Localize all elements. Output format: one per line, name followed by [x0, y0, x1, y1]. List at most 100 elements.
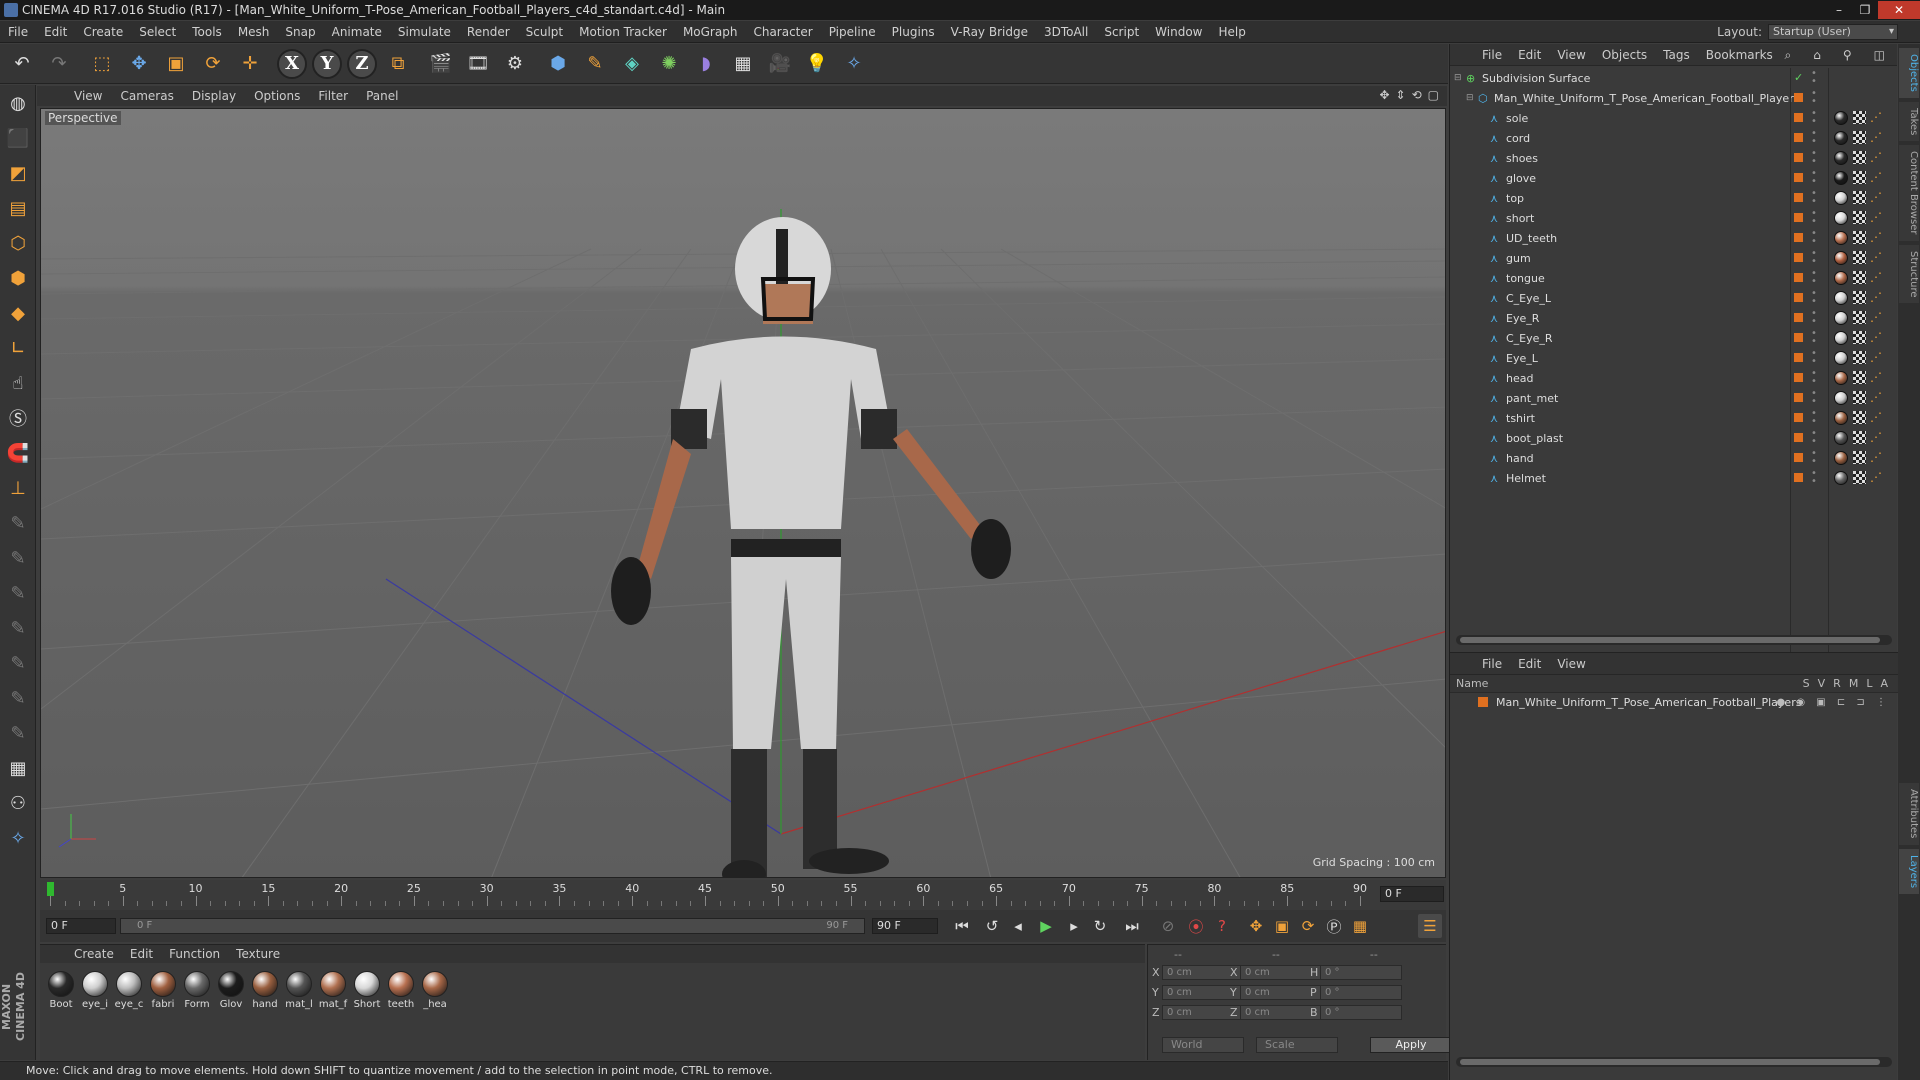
- texture-tag-icon[interactable]: ⋰: [1870, 290, 1882, 304]
- uvw-tag-icon[interactable]: [1853, 291, 1866, 304]
- uvw-tag-icon[interactable]: [1853, 391, 1866, 404]
- tweak-mode-icon[interactable]: ☝: [3, 368, 33, 398]
- expand-toggle-icon[interactable]: ⊟: [1454, 73, 1464, 83]
- material-swatch[interactable]: teeth: [384, 971, 418, 1010]
- menu-3dtoall[interactable]: 3DToAll: [1036, 21, 1096, 43]
- texture-tag-icon[interactable]: ⋰: [1870, 350, 1882, 364]
- side-tab-layers[interactable]: Layers: [1899, 848, 1919, 894]
- object-menu-view[interactable]: View: [1549, 48, 1593, 62]
- layer-color-swatch[interactable]: [1794, 93, 1803, 102]
- object-row-eye-r[interactable]: ⋏ Eye_R • • ⋰: [1450, 308, 1898, 328]
- texture-tag-icon[interactable]: ⋰: [1870, 250, 1882, 264]
- object-row-pant-met[interactable]: ⋏ pant_met • • ⋰: [1450, 388, 1898, 408]
- visibility-dots-icon[interactable]: • •: [1811, 409, 1817, 427]
- texture-tag-icon[interactable]: ⋰: [1870, 450, 1882, 464]
- visibility-dots-icon[interactable]: • •: [1811, 349, 1817, 367]
- material-swatch[interactable]: _hea: [418, 971, 452, 1010]
- apply-button[interactable]: Apply: [1370, 1037, 1452, 1053]
- object-row-boot-plast[interactable]: ⋏ boot_plast • • ⋰: [1450, 428, 1898, 448]
- viewport-menu-display[interactable]: Display: [183, 89, 245, 103]
- material-swatch[interactable]: hand: [248, 971, 282, 1010]
- material-swatch[interactable]: mat_l: [282, 971, 316, 1010]
- uvw-tag-icon[interactable]: [1853, 271, 1866, 284]
- material-tag-icon[interactable]: [1834, 251, 1848, 265]
- material-tag-icon[interactable]: [1834, 391, 1848, 405]
- menu-script[interactable]: Script: [1096, 21, 1147, 43]
- material-swatch[interactable]: fabri: [146, 971, 180, 1010]
- sculpt-brush-2-icon[interactable]: ✎: [3, 543, 33, 573]
- material-swatch[interactable]: mat_f: [316, 971, 350, 1010]
- spline-pen-icon[interactable]: ✎: [579, 48, 611, 80]
- visibility-dots-icon[interactable]: • •: [1811, 329, 1817, 347]
- layer-menu-file[interactable]: File: [1474, 657, 1510, 671]
- layer-color-swatch[interactable]: [1794, 233, 1803, 242]
- layer-color-swatch[interactable]: [1794, 253, 1803, 262]
- visibility-dots-icon[interactable]: • •: [1811, 249, 1817, 267]
- z-axis-lock-icon[interactable]: Z: [347, 48, 377, 79]
- texture-tag-icon[interactable]: ⋰: [1870, 390, 1882, 404]
- uvw-tag-icon[interactable]: [1853, 411, 1866, 424]
- viewport-menu-options[interactable]: Options: [245, 89, 309, 103]
- autokey-icon[interactable]: ?: [1210, 914, 1234, 938]
- edges-mode-icon[interactable]: ⬢: [3, 263, 33, 293]
- points-mode-icon[interactable]: ⬡: [3, 228, 33, 258]
- layer-color-swatch[interactable]: [1794, 153, 1803, 162]
- object-row-ud-teeth[interactable]: ⋏ UD_teeth • • ⋰: [1450, 228, 1898, 248]
- texture-tag-icon[interactable]: ⋰: [1870, 410, 1882, 424]
- camera-icon[interactable]: 🎥: [764, 48, 796, 80]
- visibility-dots-icon[interactable]: • •: [1811, 149, 1817, 167]
- menu-sculpt[interactable]: Sculpt: [518, 21, 571, 43]
- new-window-icon[interactable]: ◫: [1866, 48, 1893, 63]
- uvw-tag-icon[interactable]: [1853, 231, 1866, 244]
- object-row-glove[interactable]: ⋏ glove • • ⋰: [1450, 168, 1898, 188]
- perspective-viewport[interactable]: Perspective Grid Spacing : 100 cm: [40, 108, 1446, 878]
- material-tag-icon[interactable]: [1834, 451, 1848, 465]
- layer-color-swatch[interactable]: [1478, 697, 1488, 707]
- menu-animate[interactable]: Animate: [324, 21, 390, 43]
- texture-mode-icon[interactable]: ◩: [3, 158, 33, 188]
- texture-tag-icon[interactable]: ⋰: [1870, 430, 1882, 444]
- viewport-menu-filter[interactable]: Filter: [309, 89, 357, 103]
- texture-tag-icon[interactable]: ⋰: [1870, 370, 1882, 384]
- pan-icon[interactable]: ✥: [1379, 88, 1389, 102]
- menu-plugins[interactable]: Plugins: [884, 21, 943, 43]
- object-menu-tags[interactable]: Tags: [1655, 48, 1698, 62]
- viewport-camera-label[interactable]: Perspective: [45, 111, 121, 125]
- visibility-dots-icon[interactable]: • •: [1811, 229, 1817, 247]
- cube-primitive-icon[interactable]: ⬢: [542, 48, 574, 80]
- coordinate-value-field[interactable]: 0 °: [1320, 965, 1402, 980]
- dolly-icon[interactable]: ⇕: [1396, 88, 1406, 102]
- texture-tag-icon[interactable]: ⋰: [1870, 470, 1882, 484]
- snap-icon[interactable]: Ⓢ: [3, 403, 33, 433]
- object-row-cord[interactable]: ⋏ cord • • ⋰: [1450, 128, 1898, 148]
- sculpt-brush-4-icon[interactable]: ✎: [3, 613, 33, 643]
- visibility-dots-icon[interactable]: • •: [1811, 469, 1817, 487]
- sculpt-brush-6-icon[interactable]: ✎: [3, 683, 33, 713]
- side-tab-objects[interactable]: Objects: [1899, 48, 1919, 98]
- object-manager-scrollbar[interactable]: [1456, 635, 1892, 645]
- enabled-check-icon[interactable]: ✓: [1794, 71, 1803, 84]
- key-position-icon[interactable]: ✥: [1244, 914, 1268, 938]
- material-tag-icon[interactable]: [1834, 271, 1848, 285]
- playhead-marker[interactable]: [47, 882, 54, 896]
- uvw-tag-icon[interactable]: [1853, 131, 1866, 144]
- visibility-dots-icon[interactable]: • •: [1811, 169, 1817, 187]
- texture-tag-icon[interactable]: ⋰: [1870, 130, 1882, 144]
- material-tag-icon[interactable]: [1834, 171, 1848, 185]
- menu-help[interactable]: Help: [1210, 21, 1253, 43]
- render-picture-viewer-icon[interactable]: 🎞: [462, 48, 494, 80]
- workplane-axis-icon[interactable]: ⊥: [3, 473, 33, 503]
- rotate-tool-icon[interactable]: ⟳: [197, 48, 229, 80]
- uvw-tag-icon[interactable]: [1853, 171, 1866, 184]
- menu-v-ray-bridge[interactable]: V-Ray Bridge: [943, 21, 1036, 43]
- visibility-dots-icon[interactable]: • •: [1811, 269, 1817, 287]
- workplane-icon[interactable]: ▤: [3, 193, 33, 223]
- texture-tag-icon[interactable]: ⋰: [1870, 170, 1882, 184]
- material-tag-icon[interactable]: [1834, 191, 1848, 205]
- timeline-menu-icon[interactable]: ☰: [1418, 914, 1442, 938]
- material-tag-icon[interactable]: [1834, 411, 1848, 425]
- texture-tag-icon[interactable]: ⋰: [1870, 330, 1882, 344]
- viewport-menu-cameras[interactable]: Cameras: [111, 89, 182, 103]
- material-tag-icon[interactable]: [1834, 131, 1848, 145]
- side-tab-takes[interactable]: Takes: [1899, 101, 1919, 142]
